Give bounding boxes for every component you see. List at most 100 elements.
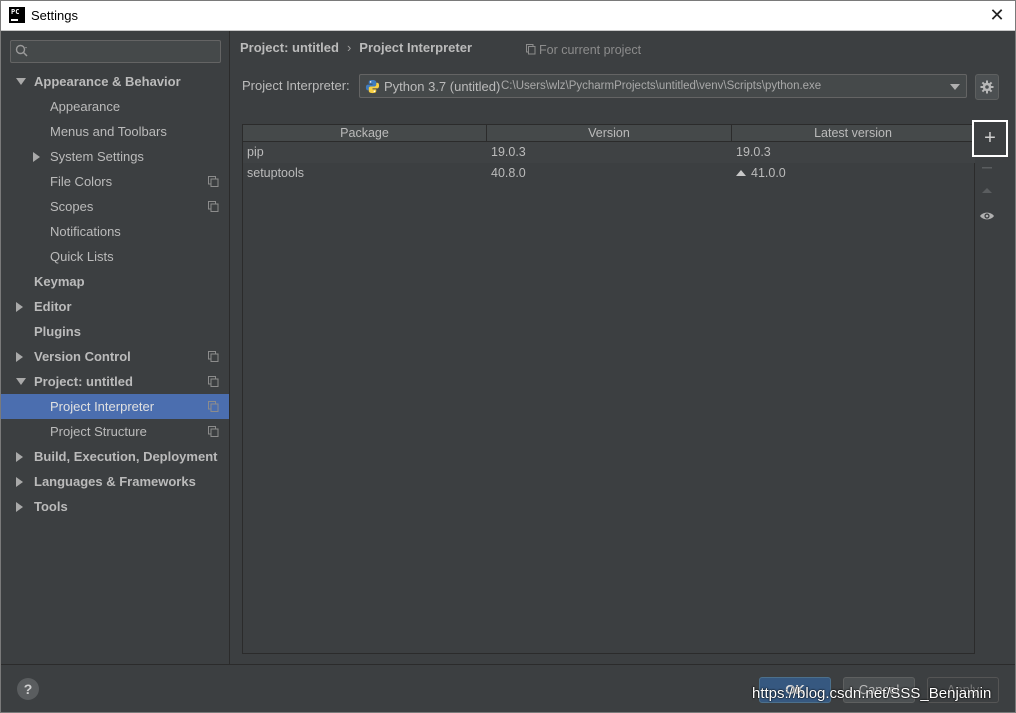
table-body: pip 19.0.3 19.0.3 setuptools 40.8.0 41.0.0 bbox=[243, 142, 976, 184]
interpreter-name: Python 3.7 (untitled) bbox=[384, 79, 501, 94]
breadcrumb-parent[interactable]: Project: untitled bbox=[240, 40, 339, 55]
collapsed-arrow-icon[interactable] bbox=[16, 352, 23, 362]
package-toolbar bbox=[975, 124, 999, 654]
table-row[interactable]: pip 19.0.3 19.0.3 bbox=[243, 142, 976, 163]
collapsed-arrow-icon[interactable] bbox=[33, 152, 40, 162]
expanded-arrow-icon[interactable] bbox=[16, 78, 26, 85]
sidebar-item-label: System Settings bbox=[50, 149, 144, 164]
sidebar-item-label: Editor bbox=[34, 299, 72, 314]
sidebar-item-label: Notifications bbox=[50, 224, 121, 239]
package-name-cell-text: setuptools bbox=[247, 166, 304, 180]
package-version-cell-text: 40.8.0 bbox=[491, 166, 526, 180]
sidebar-item[interactable]: Tools bbox=[0, 494, 229, 519]
watermark: https://blog.csdn.net/SSS_Benjamin bbox=[752, 685, 992, 702]
search-input[interactable] bbox=[33, 42, 218, 61]
title-bar: PC Settings ✕ bbox=[0, 0, 1016, 31]
sidebar-item[interactable]: Scopes bbox=[0, 194, 229, 219]
sidebar-item-label: File Colors bbox=[50, 174, 113, 189]
sidebar-item[interactable]: Version Control bbox=[0, 344, 229, 369]
project-scope-icon bbox=[526, 44, 536, 55]
column-header-package[interactable]: Package bbox=[243, 125, 487, 142]
packages-table: Package Version Latest version pip 19.0.3… bbox=[242, 124, 976, 654]
sidebar-item-label: Appearance bbox=[50, 99, 121, 114]
sidebar-item[interactable]: Project: untitled bbox=[0, 369, 229, 394]
sidebar-item-label: Keymap bbox=[34, 274, 85, 289]
sidebar-item-label: Scopes bbox=[50, 199, 94, 214]
project-scope-icon bbox=[208, 201, 219, 212]
interpreter-dropdown[interactable]: Python 3.7 (untitled) C:\Users\wlz\Pycha… bbox=[359, 74, 967, 98]
sidebar-item[interactable]: File Colors bbox=[0, 169, 229, 194]
breadcrumb: Project: untitled › Project Interpreter bbox=[240, 40, 472, 55]
sidebar-item[interactable]: Notifications bbox=[0, 219, 229, 244]
interpreter-label: Project Interpreter: bbox=[242, 78, 350, 93]
sidebar-item[interactable]: Appearance & Behavior bbox=[0, 69, 229, 94]
package-latest-version-cell: 19.0.3 bbox=[736, 142, 771, 163]
column-header-version[interactable]: Version bbox=[487, 125, 732, 142]
help-button[interactable]: ? bbox=[17, 678, 39, 700]
sidebar-item[interactable]: Menus and Toolbars bbox=[0, 119, 229, 144]
search-box[interactable] bbox=[10, 40, 221, 63]
package-latest-version-cell-text: 41.0.0 bbox=[751, 166, 786, 180]
column-header-latest-version[interactable]: Latest version bbox=[732, 125, 974, 142]
breadcrumb-separator: › bbox=[346, 40, 352, 55]
settings-sidebar: Appearance & Behavior Appearance Menus and… bbox=[0, 31, 230, 664]
sidebar-item[interactable]: Appearance bbox=[0, 94, 229, 119]
sidebar-item-label: Menus and Toolbars bbox=[50, 124, 167, 139]
expanded-arrow-icon[interactable] bbox=[16, 378, 26, 385]
scope-note: For current project bbox=[526, 43, 641, 57]
sidebar-item[interactable]: Editor bbox=[0, 294, 229, 319]
collapsed-arrow-icon[interactable] bbox=[16, 452, 23, 462]
package-latest-version-cell: 41.0.0 bbox=[736, 163, 786, 184]
sidebar-item-label: Plugins bbox=[34, 324, 81, 339]
collapsed-arrow-icon[interactable] bbox=[16, 302, 23, 312]
package-version-cell: 19.0.3 bbox=[491, 142, 526, 163]
sidebar-item[interactable]: System Settings bbox=[0, 144, 229, 169]
sidebar-item-label: Project Structure bbox=[50, 424, 147, 439]
plus-icon: + bbox=[984, 127, 996, 149]
dialog-footer: ? OK Cancel Apply https://blog.csdn.net/… bbox=[0, 664, 1016, 713]
project-scope-icon bbox=[208, 401, 219, 412]
settings-tree: Appearance & Behavior Appearance Menus and… bbox=[0, 69, 229, 519]
sidebar-item-label: Project Interpreter bbox=[50, 399, 155, 414]
minus-icon bbox=[982, 167, 992, 169]
breadcrumb-current: Project Interpreter bbox=[359, 40, 472, 55]
sidebar-item[interactable]: Keymap bbox=[0, 269, 229, 294]
window-title: Settings bbox=[31, 8, 78, 23]
project-scope-icon bbox=[208, 351, 219, 362]
collapsed-arrow-icon[interactable] bbox=[16, 502, 23, 512]
table-row[interactable]: setuptools 40.8.0 41.0.0 bbox=[243, 163, 976, 184]
package-name-cell: pip bbox=[247, 142, 264, 163]
main-panel: Project: untitled › Project Interpreter Fo… bbox=[230, 31, 1016, 664]
sidebar-item-label: Build, Execution, Deployment bbox=[34, 449, 218, 464]
python-icon bbox=[365, 79, 380, 94]
eye-icon bbox=[980, 212, 994, 220]
upgrade-arrow-icon bbox=[982, 188, 992, 193]
sidebar-item[interactable]: Project Structure bbox=[0, 419, 229, 444]
close-icon[interactable]: ✕ bbox=[986, 4, 1008, 26]
sidebar-item-label: Languages & Frameworks bbox=[34, 474, 196, 489]
sidebar-item-label: Appearance & Behavior bbox=[34, 74, 181, 89]
package-version-cell-text: 19.0.3 bbox=[491, 145, 526, 159]
interpreter-settings-button[interactable] bbox=[975, 74, 999, 100]
show-early-releases-button[interactable] bbox=[975, 205, 999, 227]
add-package-button[interactable]: + bbox=[972, 120, 1008, 157]
sidebar-item[interactable]: Quick Lists bbox=[0, 244, 229, 269]
table-header: Package Version Latest version bbox=[243, 125, 974, 142]
collapsed-arrow-icon[interactable] bbox=[16, 477, 23, 487]
upgrade-available-icon bbox=[736, 170, 746, 176]
sidebar-item[interactable]: Build, Execution, Deployment bbox=[0, 444, 229, 469]
sidebar-item[interactable]: Languages & Frameworks bbox=[0, 469, 229, 494]
sidebar-item[interactable]: Plugins bbox=[0, 319, 229, 344]
upgrade-package-button[interactable] bbox=[975, 180, 999, 202]
sidebar-item[interactable]: Project Interpreter bbox=[0, 394, 229, 419]
package-name-cell-text: pip bbox=[247, 145, 264, 159]
package-version-cell: 40.8.0 bbox=[491, 163, 526, 184]
sidebar-item-label: Quick Lists bbox=[50, 249, 114, 264]
project-scope-icon bbox=[208, 426, 219, 437]
sidebar-item-label: Version Control bbox=[34, 349, 131, 364]
scope-note-text: For current project bbox=[539, 43, 642, 57]
remove-package-button[interactable] bbox=[975, 157, 999, 179]
chevron-down-icon[interactable] bbox=[950, 84, 960, 90]
project-scope-icon bbox=[208, 376, 219, 387]
sidebar-item-label: Project: untitled bbox=[34, 374, 133, 389]
